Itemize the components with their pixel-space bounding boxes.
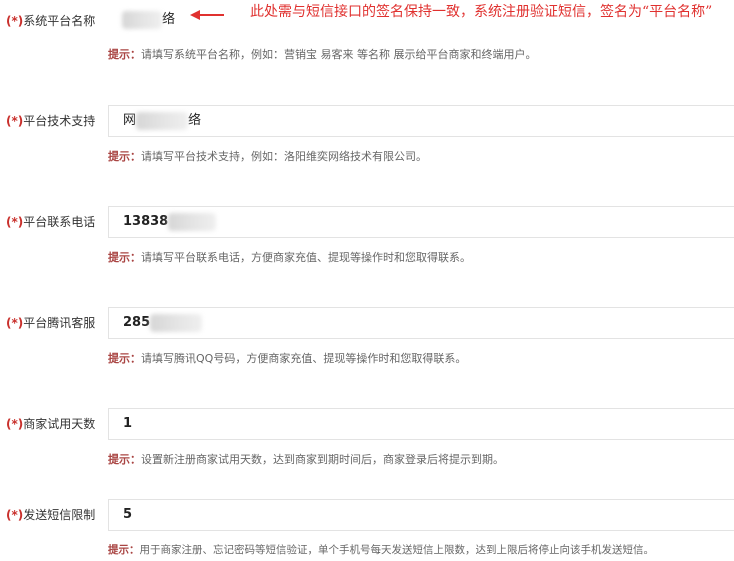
contact-phone-input[interactable]: 13838 xyxy=(108,206,734,238)
redacted-value xyxy=(168,212,217,231)
field-hint: 提示：用于商家注册、忘记密码等短信验证，单个手机号每天发送短信上限数，达到上限后… xyxy=(108,544,654,556)
field-hint: 提示：请填写平台技术支持，例如：洛阳维奕网络技术有限公司。 xyxy=(108,150,427,163)
field-hint: 提示：请填写平台联系电话，方便商家充值、提现等操作时和您取得联系。 xyxy=(108,251,471,264)
field-hint: 提示：设置新注册商家试用天数，达到商家到期时间后，商家登录后将提示到期。 xyxy=(108,453,504,466)
required-marker: (*) xyxy=(6,14,24,28)
red-arrow-icon xyxy=(190,10,224,20)
field-label: (*)商家试用天数 xyxy=(6,417,96,431)
trial-days-input[interactable]: 1 xyxy=(108,408,734,440)
field-label: (*)平台腾讯客服 xyxy=(6,316,96,330)
redacted-value xyxy=(136,111,189,130)
annotation-note: 此处需与短信接口的签名保持一致，系统注册验证短信，签名为“平台名称” xyxy=(250,4,713,20)
redacted-value xyxy=(122,10,162,29)
system-name-input[interactable]: 络 xyxy=(108,5,248,37)
field-label: (*)发送短信限制 xyxy=(6,508,96,522)
field-hint: 提示：请填写系统平台名称，例如：营销宝 易客来 等名称 展示给平台商家和终端用户… xyxy=(108,48,537,61)
tech-support-input[interactable]: 网络 xyxy=(108,105,734,137)
field-hint: 提示：请填写腾讯QQ号码，方便商家充值、提现等操作时和您取得联系。 xyxy=(108,352,467,365)
field-label: (*)系统平台名称 xyxy=(6,14,96,28)
field-label: (*)平台联系电话 xyxy=(6,215,96,229)
field-label: (*)平台技术支持 xyxy=(6,114,96,128)
sms-limit-input[interactable]: 5 xyxy=(108,499,734,531)
redacted-value xyxy=(150,313,203,332)
qq-service-input[interactable]: 285 xyxy=(108,307,734,339)
